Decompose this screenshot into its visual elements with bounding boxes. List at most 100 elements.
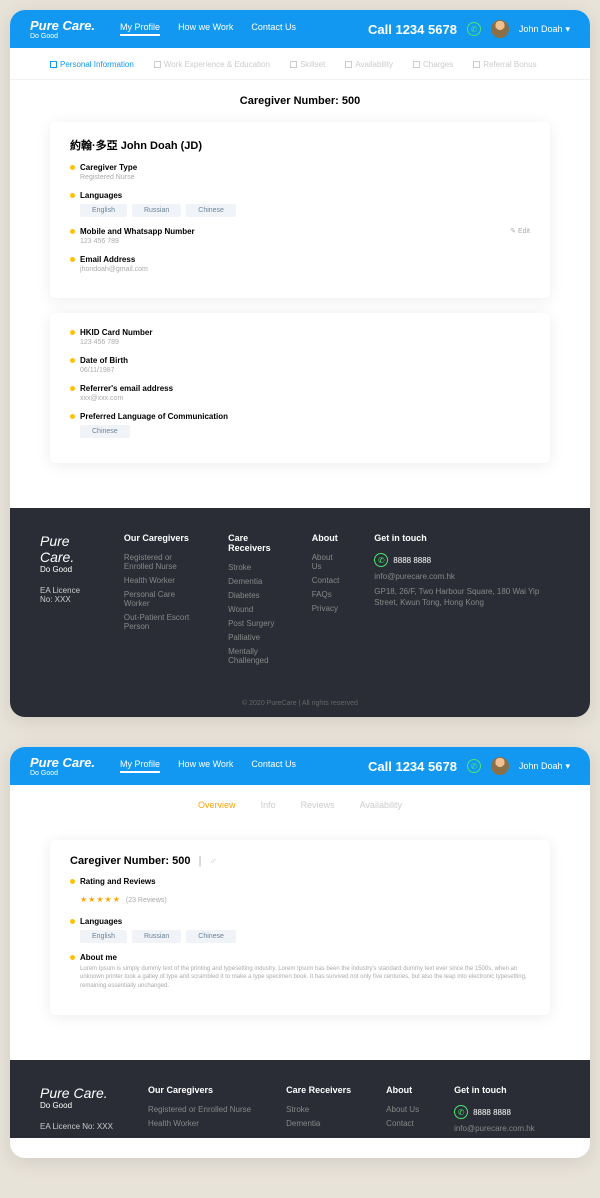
footer-link[interactable]: Wound (228, 605, 277, 614)
header: Pure Care. Do Good My Profile How we Wor… (10, 747, 590, 785)
footer-link[interactable]: Palliative (228, 633, 277, 642)
tab-label: Skillset (300, 60, 325, 69)
footer-email[interactable]: info@purecare.com.hk (454, 1124, 535, 1133)
footer-link[interactable]: Contact (386, 1119, 419, 1128)
footer-link[interactable]: Registered or Enrolled Nurse (124, 553, 193, 571)
field-label-text: Languages (80, 917, 122, 926)
language-chips: English Russian Chinese (80, 204, 530, 217)
edit-label: Edit (518, 228, 530, 235)
footer-link[interactable]: Diabetes (228, 591, 277, 600)
chip-english[interactable]: English (80, 204, 127, 217)
screen-profile-view: Pure Care. Do Good My Profile How we Wor… (10, 747, 590, 1158)
nav-my-profile[interactable]: My Profile (120, 759, 160, 773)
user-menu[interactable]: John Doah▾ (519, 24, 570, 35)
footer-link[interactable]: Dementia (286, 1119, 351, 1128)
call-number[interactable]: Call 1234 5678 (368, 759, 457, 774)
brand-name: Pure Care. (30, 18, 95, 33)
whatsapp-icon[interactable]: ✆ (467, 759, 481, 773)
footer-heading: Care Receivers (286, 1085, 351, 1095)
bullet-icon (70, 414, 75, 419)
main-nav: My Profile How we Work Contact Us (120, 22, 296, 36)
footer-link[interactable]: Health Worker (148, 1119, 251, 1128)
footer-link[interactable]: Health Worker (124, 576, 193, 585)
footer-caregivers: Our Caregivers Registered or Enrolled Nu… (124, 533, 193, 670)
field-about-me: About me Lorem Ipsum is simply dummy tex… (70, 953, 530, 990)
caregiver-name: 約翰·多亞 John Doah (JD) (70, 137, 530, 153)
footer-email[interactable]: info@purecare.com.hk (374, 572, 560, 581)
tab-availability[interactable]: Availability (360, 800, 402, 810)
field-rating: Rating and Reviews ★★★★★(23 Reviews) (70, 877, 530, 907)
chip-pref-chinese[interactable]: Chinese (80, 425, 130, 438)
tab-charges[interactable]: Charges (413, 60, 453, 69)
tab-skillset[interactable]: Skillset (290, 60, 325, 69)
footer-link[interactable]: Out-Patient Escort Person (124, 613, 193, 631)
chip-chinese[interactable]: Chinese (186, 930, 236, 943)
field-caregiver-type: Caregiver Type Registered Nurse (70, 163, 530, 181)
field-value-text: 123 456 789 (80, 238, 530, 245)
field-label-text: Referrer's email address (80, 384, 173, 393)
footer-link[interactable]: Mentally Challenged (228, 647, 277, 665)
language-chips: English Russian Chinese (80, 930, 530, 943)
tab-reviews[interactable]: Reviews (301, 800, 335, 810)
edit-button[interactable]: ✎ Edit (510, 227, 530, 235)
chip-english[interactable]: English (80, 930, 127, 943)
footer-heading: Our Caregivers (148, 1085, 251, 1095)
footer-link[interactable]: FAQs (312, 590, 340, 599)
bullet-icon (70, 386, 75, 391)
header: Pure Care. Do Good My Profile How we Wor… (10, 10, 590, 48)
phone-number: 8888 8888 (393, 556, 431, 565)
logo[interactable]: Pure Care. Do Good (30, 755, 95, 777)
field-languages: Languages English Russian Chinese (70, 917, 530, 943)
bullet-icon (70, 330, 75, 335)
footer-link[interactable]: About Us (312, 553, 340, 571)
field-label-text: Languages (80, 191, 122, 200)
content: Caregiver Number: 500 約翰·多亞 John Doah (J… (10, 80, 590, 508)
footer-link[interactable]: Privacy (312, 604, 340, 613)
user-menu[interactable]: John Doah▾ (519, 761, 570, 772)
nav-how-we-work[interactable]: How we Work (178, 22, 233, 36)
footer-heading: Get in touch (374, 533, 560, 543)
footer-phone[interactable]: ✆8888 8888 (454, 1105, 535, 1119)
footer-link[interactable]: Stroke (286, 1105, 351, 1114)
footer-link[interactable]: Dementia (228, 577, 277, 586)
tab-overview[interactable]: Overview (198, 800, 236, 810)
footer-phone[interactable]: ✆8888 8888 (374, 553, 560, 567)
footer-link[interactable]: About Us (386, 1105, 419, 1114)
copyright: © 2020 PureCare | All rights reserved (40, 690, 560, 707)
logo[interactable]: Pure Care. Do Good (30, 18, 95, 40)
footer-about: About About Us Contact FAQs Privacy (312, 533, 340, 670)
view-tabs: Overview Info Reviews Availability (10, 785, 590, 825)
field-value-text: jhondoah@gmail.com (80, 266, 530, 273)
footer-link[interactable]: Post Surgery (228, 619, 277, 628)
field-value-text: 123 456 789 (80, 339, 530, 346)
chip-russian[interactable]: Russian (132, 204, 181, 217)
tab-availability[interactable]: Availability (345, 60, 393, 69)
footer-link[interactable]: Contact (312, 576, 340, 585)
tab-personal-info[interactable]: Personal Information (50, 60, 134, 69)
nav-contact-us[interactable]: Contact Us (251, 759, 296, 773)
bullet-icon (70, 919, 75, 924)
tab-referral-bonus[interactable]: Referral Bonus (473, 60, 536, 69)
field-label-text: Rating and Reviews (80, 877, 156, 886)
tab-info[interactable]: Info (261, 800, 276, 810)
call-number[interactable]: Call 1234 5678 (368, 22, 457, 37)
footer-address: GP18, 26/F, Two Harbour Square, 180 Wai … (374, 586, 560, 608)
footer-link[interactable]: Stroke (228, 563, 277, 572)
brand-name: Pure Care. (30, 755, 95, 770)
nav-contact-us[interactable]: Contact Us (251, 22, 296, 36)
footer-link[interactable]: Registered or Enrolled Nurse (148, 1105, 251, 1114)
header-left: Pure Care. Do Good My Profile How we Wor… (30, 755, 296, 777)
nav-my-profile[interactable]: My Profile (120, 22, 160, 36)
avatar[interactable] (491, 757, 509, 775)
whatsapp-icon[interactable]: ✆ (467, 22, 481, 36)
chip-russian[interactable]: Russian (132, 930, 181, 943)
nav-how-we-work[interactable]: How we Work (178, 759, 233, 773)
footer-link[interactable]: Personal Care Worker (124, 590, 193, 608)
tab-work-experience[interactable]: Work Experience & Education (154, 60, 270, 69)
avatar[interactable] (491, 20, 509, 38)
tab-label: Availability (355, 60, 393, 69)
tab-label: Personal Information (60, 60, 134, 69)
chip-chinese[interactable]: Chinese (186, 204, 236, 217)
field-label-text: HKID Card Number (80, 328, 152, 337)
field-languages: Languages English Russian Chinese (70, 191, 530, 217)
